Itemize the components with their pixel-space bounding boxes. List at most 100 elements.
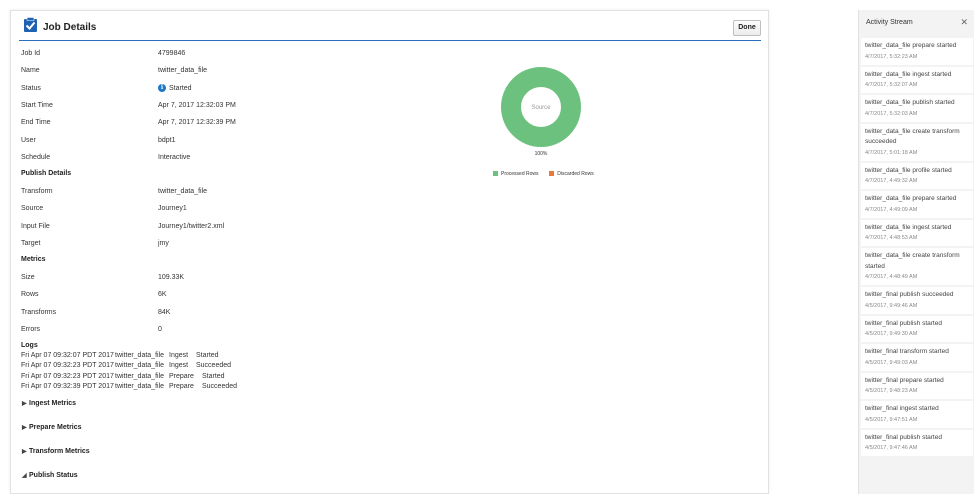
publish-details-heading: Publish Details xyxy=(21,170,72,177)
activity-text: twitter_data_file ingest started xyxy=(865,70,952,78)
log-time: Fri Apr 07 09:32:23 PDT 2017 xyxy=(21,373,114,380)
activity-item[interactable]: twitter_data_file create transform succe… xyxy=(861,123,973,161)
panel-header: Job Details Done xyxy=(19,11,761,41)
detail-value: Interactive xyxy=(158,154,191,161)
log-entry: Fri Apr 07 09:32:23 PDT 2017twitter_data… xyxy=(21,362,231,369)
status-value: i Started xyxy=(158,84,192,94)
metric-label: Rows xyxy=(21,291,39,298)
activity-item[interactable]: twitter_data_file prepare started 4/7/201… xyxy=(861,191,973,218)
legend-label: Processed Rows xyxy=(501,171,539,177)
legend-swatch xyxy=(549,171,555,177)
page-title: Job Details xyxy=(43,22,97,33)
activity-stream-panel: Activity Stream ✕ twitter_data_file prep… xyxy=(858,10,974,494)
activity-date: 4/7/2017, 4:49:09 AM xyxy=(865,206,918,213)
activity-text: twitter_final publish started xyxy=(865,319,942,327)
detail-label: Source xyxy=(21,205,44,212)
activity-date: 4/5/2017, 9:49:46 AM xyxy=(865,302,918,309)
activity-date: 4/7/2017, 4:49:32 AM xyxy=(865,178,918,184)
log-time: Fri Apr 07 09:32:07 PDT 2017 xyxy=(21,352,114,359)
detail-label: Schedule xyxy=(21,154,51,161)
detail-label: Input File xyxy=(21,223,50,230)
activity-text: twitter_final ingest started xyxy=(865,405,939,412)
donut-center-label: Source xyxy=(531,105,551,111)
toggle-label: Transform Metrics xyxy=(29,448,90,455)
log-name: twitter_data_file xyxy=(115,362,165,369)
activity-item[interactable]: twitter_final prepare started 4/5/2017, 9… xyxy=(861,372,973,399)
chevron-right-icon: ▶ xyxy=(22,425,27,431)
log-phase: Ingest xyxy=(169,352,189,359)
log-phase: Prepare xyxy=(169,383,194,390)
activity-date: 4/5/2017, 9:49:30 AM xyxy=(865,331,918,337)
metrics-heading: Metrics xyxy=(21,256,46,263)
status-text: Started xyxy=(169,85,192,92)
log-entry: Fri Apr 07 09:32:39 PDT 2017twitter_data… xyxy=(21,383,237,390)
activity-item[interactable]: twitter_data_file create transform start… xyxy=(861,248,973,285)
detail-label: Job Id xyxy=(21,50,41,57)
activity-item[interactable]: twitter_final publish succeeded 4/5/2017,… xyxy=(861,287,973,314)
log-time: Fri Apr 07 09:32:23 PDT 2017 xyxy=(21,362,114,369)
activity-date: 4/7/2017, 5:32:03 AM xyxy=(865,110,918,117)
activity-item[interactable]: twitter_data_file publish started 4/7/201… xyxy=(861,95,973,122)
log-status: Succeeded xyxy=(196,362,232,369)
activity-text: twitter_final publish started xyxy=(865,433,942,441)
chevron-right-icon: ▶ xyxy=(22,401,27,407)
done-button[interactable]: Done xyxy=(733,20,761,36)
activity-item[interactable]: twitter_data_file profile started 4/7/201… xyxy=(861,162,973,189)
metric-value: 84K xyxy=(158,309,171,316)
activity-item[interactable]: twitter_final publish started 4/5/2017, 9… xyxy=(861,429,973,456)
prepare-metrics-toggle[interactable]: ▶ Prepare Metrics xyxy=(22,424,82,431)
activity-item[interactable]: twitter_data_file ingest started 4/7/2017… xyxy=(861,66,973,93)
activity-date: 4/7/2017, 4:48:49 AM xyxy=(865,274,918,280)
slice-percent-label: 100% xyxy=(535,151,548,157)
activity-item[interactable]: twitter_data_file ingest started 4/7/2017… xyxy=(861,219,973,246)
detail-value: Apr 7, 2017 12:32:39 PM xyxy=(158,119,236,126)
detail-value: jmy xyxy=(158,240,169,247)
publish-status-toggle[interactable]: ◢ Publish Status xyxy=(22,472,78,479)
detail-label: Start Time xyxy=(21,102,53,109)
activity-item[interactable]: twitter_final publish started 4/5/2017, 9… xyxy=(861,315,973,342)
donut-chart-svg: Source 100% xyxy=(501,67,581,157)
activity-text: twitter_data_file create transform start… xyxy=(865,252,960,270)
detail-label: User xyxy=(21,137,36,144)
detail-label: Transform xyxy=(21,188,53,195)
detail-value: Apr 7, 2017 12:32:03 PM xyxy=(158,102,236,109)
legend-label: Discarded Rows xyxy=(557,171,594,177)
log-status: Started xyxy=(202,373,225,380)
detail-label: End Time xyxy=(21,119,51,126)
log-entry: Fri Apr 07 09:32:07 PDT 2017twitter_data… xyxy=(21,352,219,359)
detail-label: Name xyxy=(21,67,40,74)
ingest-metrics-toggle[interactable]: ▶ Ingest Metrics xyxy=(22,400,76,407)
metric-label: Errors xyxy=(21,326,41,333)
activity-item[interactable]: twitter_final transform started 4/5/2017,… xyxy=(861,344,973,371)
detail-value: 4799846 xyxy=(158,50,186,57)
log-time: Fri Apr 07 09:32:39 PDT 2017 xyxy=(21,383,114,390)
metric-value: 0 xyxy=(158,326,162,333)
legend-swatch xyxy=(493,171,498,177)
transform-metrics-toggle[interactable]: ▶ Transform Metrics xyxy=(22,448,90,455)
activity-date: 4/5/2017, 9:49:03 AM xyxy=(865,359,918,366)
activity-date: 4/7/2017, 5:32:23 AM xyxy=(865,53,918,60)
detail-value: Journey1/twitter2.xml xyxy=(158,223,225,230)
activity-item[interactable]: twitter_data_file prepare started 4/7/201… xyxy=(861,38,973,65)
activity-text: twitter_data_file ingest started xyxy=(865,223,952,231)
detail-value: twitter_data_file xyxy=(158,67,208,74)
activity-text: twitter_final prepare started xyxy=(865,376,944,384)
toggle-label: Ingest Metrics xyxy=(29,400,77,407)
activity-stream-list: twitter_data_file prepare started 4/7/201… xyxy=(859,38,974,458)
activity-item[interactable]: twitter_final ingest started 4/5/2017, 9:… xyxy=(861,401,973,428)
info-icon: i xyxy=(158,84,166,93)
activity-date: 4/7/2017, 4:48:53 AM xyxy=(865,235,918,241)
metric-label: Transforms xyxy=(21,309,57,316)
activity-date: 4/5/2017, 9:48:23 AM xyxy=(865,388,918,394)
activity-text: twitter_data_file prepare started xyxy=(865,195,957,202)
activity-text: twitter_data_file create transform succe… xyxy=(865,127,960,146)
metric-value: 109.33K xyxy=(158,274,185,281)
detail-value: Journey1 xyxy=(158,205,187,212)
detail-label: Status xyxy=(21,85,41,92)
metric-label: Size xyxy=(21,274,35,281)
activity-stream-title: Activity Stream xyxy=(866,19,913,26)
activity-text: twitter_final transform started xyxy=(865,348,949,355)
chevron-right-icon: ▶ xyxy=(22,449,27,455)
close-icon[interactable]: ✕ xyxy=(960,17,968,28)
detail-value: bdpt1 xyxy=(158,137,176,144)
